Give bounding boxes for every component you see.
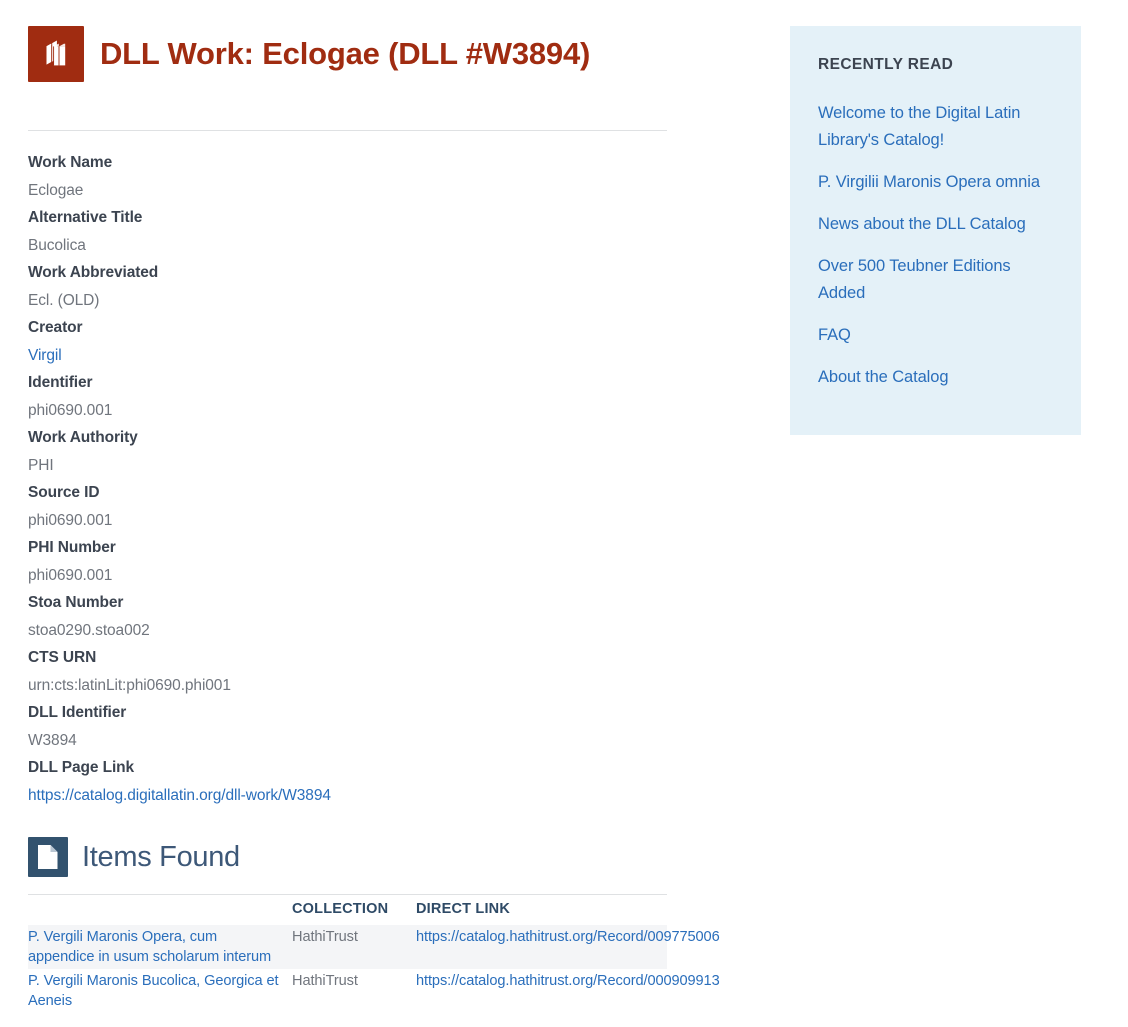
meta-label-phi-number: PHI Number (28, 539, 116, 556)
work-metadata-list: Work Name Eclogae Alternative Title Buco… (28, 149, 668, 809)
item-title-link[interactable]: P. Vergili Maronis Bucolica, Georgica et… (28, 973, 279, 1009)
items-found-header: Items Found (28, 837, 668, 877)
creator-link[interactable]: Virgil (28, 347, 62, 364)
sidebar-item-news[interactable]: News about the DLL Catalog (818, 211, 1053, 238)
meta-value-stoa-number: stoa0290.stoa002 (28, 621, 150, 639)
sidebar-item-about[interactable]: About the Catalog (818, 364, 1053, 391)
work-header: DLL Work: Eclogae (DLL #W3894) (28, 26, 668, 82)
table-header-row: COLLECTION DIRECT LINK (28, 899, 667, 925)
meta-label-creator: Creator (28, 319, 83, 336)
meta-label-work-name: Work Name (28, 154, 113, 171)
meta-label-dll-page-link: DLL Page Link (28, 759, 135, 776)
item-title-link[interactable]: P. Vergili Maronis Opera, cum appendice … (28, 929, 271, 965)
meta-value-alternative-title: Bucolica (28, 236, 86, 254)
column-header-title (28, 899, 292, 925)
meta-label-cts-urn: CTS URN (28, 649, 97, 666)
meta-value-work-abbreviated: Ecl. (OLD) (28, 291, 100, 309)
item-collection: HathiTrust (292, 973, 358, 989)
meta-label-identifier: Identifier (28, 374, 93, 391)
title-divider (28, 130, 667, 131)
meta-label-work-abbreviated: Work Abbreviated (28, 264, 159, 281)
meta-label-source-id: Source ID (28, 484, 100, 501)
column-header-collection: COLLECTION (292, 901, 389, 917)
meta-value-cts-urn: urn:cts:latinLit:phi0690.phi001 (28, 676, 231, 694)
table-row: P. Vergili Maronis Opera, cum appendice … (28, 925, 720, 969)
meta-label-alternative-title: Alternative Title (28, 209, 143, 226)
meta-value-work-authority: PHI (28, 456, 54, 474)
item-collection: HathiTrust (292, 925, 416, 969)
column-header-direct-link: DIRECT LINK (416, 901, 511, 917)
meta-value-identifier: phi0690.001 (28, 401, 113, 419)
sidebar-item-faq[interactable]: FAQ (818, 322, 1053, 349)
recently-read-title: RECENTLY READ (818, 56, 954, 73)
sidebar-item-teubner-editions[interactable]: Over 500 Teubner Editions Added (818, 253, 1053, 307)
meta-value-work-name: Eclogae (28, 181, 84, 199)
document-icon (28, 837, 68, 877)
dll-page-link[interactable]: https://catalog.digitallatin.org/dll-wor… (28, 787, 331, 804)
recently-read-panel: RECENTLY READ Welcome to the Digital Lat… (790, 26, 1081, 435)
books-icon (28, 26, 84, 82)
sidebar-item-opera-omnia[interactable]: P. Virgilii Maronis Opera omnia (818, 169, 1053, 196)
items-divider (28, 894, 667, 895)
meta-value-dll-identifier: W3894 (28, 731, 77, 749)
meta-label-work-authority: Work Authority (28, 429, 138, 446)
item-direct-link[interactable]: https://catalog.hathitrust.org/Record/00… (416, 929, 720, 945)
meta-label-dll-identifier: DLL Identifier (28, 704, 127, 721)
item-direct-link[interactable]: https://catalog.hathitrust.org/Record/00… (416, 973, 720, 989)
meta-value-phi-number: phi0690.001 (28, 566, 113, 584)
items-table: COLLECTION DIRECT LINK P. Vergili Maroni… (28, 899, 720, 1013)
meta-label-stoa-number: Stoa Number (28, 594, 124, 611)
items-found-title: Items Found (82, 840, 240, 873)
page-root: DLL Work: Eclogae (DLL #W3894) Work Name… (0, 0, 1128, 1027)
main-content: DLL Work: Eclogae (DLL #W3894) Work Name… (28, 26, 720, 1013)
meta-value-source-id: phi0690.001 (28, 511, 113, 529)
table-row: P. Vergili Maronis Bucolica, Georgica et… (28, 969, 720, 1013)
sidebar-item-welcome[interactable]: Welcome to the Digital Latin Library's C… (818, 100, 1053, 154)
page-title: DLL Work: Eclogae (DLL #W3894) (100, 36, 591, 71)
